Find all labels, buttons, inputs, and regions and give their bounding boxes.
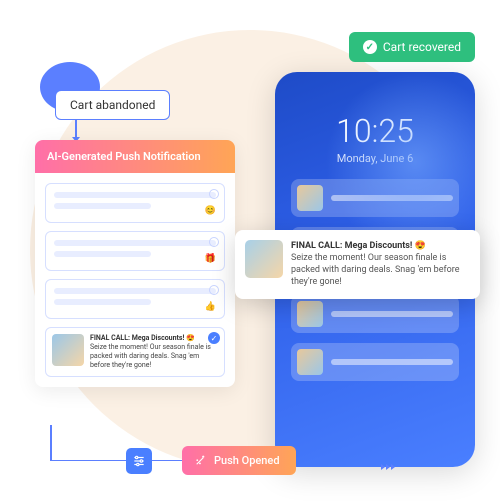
notification-thumbnail xyxy=(52,334,84,366)
notification-text: FINAL CALL: Mega Discounts! 😍 Seize the … xyxy=(90,334,218,370)
arrow-right-icon xyxy=(381,455,396,474)
radio-icon xyxy=(209,237,219,247)
arrow-down-icon xyxy=(75,118,77,138)
emoji-icon: 🎁 xyxy=(205,254,216,264)
panel-body: 😊 🎁 👍 ✓ FINAL CALL: Mega Discounts! 😍 Se… xyxy=(35,173,235,387)
radio-icon xyxy=(209,285,219,295)
notification-content: FINAL CALL: Mega Discounts! 😍 Seize the … xyxy=(291,240,470,289)
ai-notification-panel: AI-Generated Push Notification 😊 🎁 👍 ✓ F… xyxy=(35,140,235,387)
notification-option[interactable]: 👍 xyxy=(45,279,225,319)
selected-check-icon: ✓ xyxy=(208,332,220,344)
push-opened-label: Push Opened xyxy=(214,454,280,467)
cart-recovered-badge: Cart recovered xyxy=(349,32,475,62)
sliders-icon xyxy=(132,454,146,468)
notification-body: Seize the moment! Our season finale is p… xyxy=(291,253,459,287)
settings-button[interactable] xyxy=(126,448,152,474)
lock-notification xyxy=(291,343,459,381)
panel-title: AI-Generated Push Notification xyxy=(35,140,235,173)
notification-body: Seize the moment! Our season finale is p… xyxy=(90,343,211,369)
notification-emoji: 😍 xyxy=(415,241,426,251)
notification-thumbnail xyxy=(245,240,283,278)
flow-line xyxy=(50,425,52,461)
radio-icon xyxy=(209,189,219,199)
notification-title: FINAL CALL: Mega Discounts! xyxy=(90,334,184,342)
magic-wand-icon xyxy=(194,454,207,467)
notification-title: FINAL CALL: Mega Discounts! xyxy=(291,241,412,251)
notification-option-selected[interactable]: ✓ FINAL CALL: Mega Discounts! 😍 Seize th… xyxy=(45,327,225,377)
emoji-icon: 😊 xyxy=(205,206,216,216)
push-opened-badge: Push Opened xyxy=(182,446,296,475)
cart-recovered-label: Cart recovered xyxy=(383,40,461,54)
lock-notification xyxy=(291,295,459,333)
notification-emoji: 😍 xyxy=(186,334,195,342)
cart-abandoned-label: Cart abandoned xyxy=(55,90,170,120)
emoji-icon: 👍 xyxy=(205,302,216,312)
check-icon xyxy=(363,40,377,54)
notification-option[interactable]: 😊 xyxy=(45,183,225,223)
notification-option[interactable]: 🎁 xyxy=(45,231,225,271)
push-notification-popup[interactable]: FINAL CALL: Mega Discounts! 😍 Seize the … xyxy=(235,230,480,299)
